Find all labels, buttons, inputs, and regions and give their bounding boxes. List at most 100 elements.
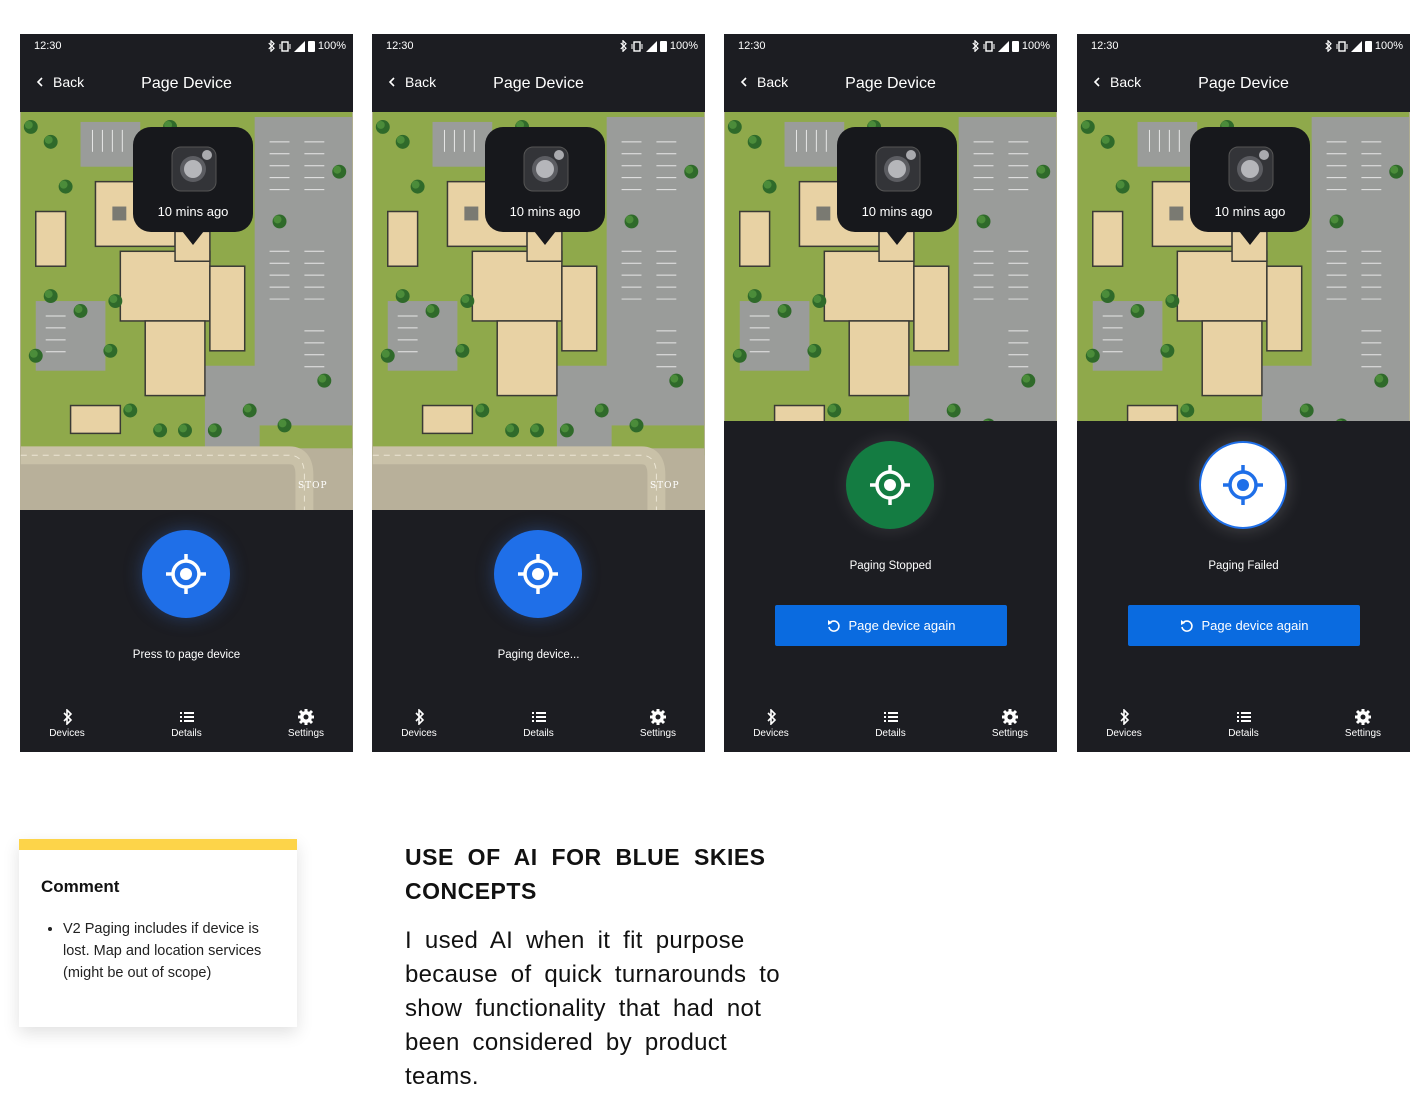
- battery-icon: [1011, 41, 1019, 52]
- bottom-nav: Devices Details Settings: [372, 696, 705, 752]
- battery-percent: 100%: [317, 40, 346, 52]
- bluetooth-icon: [620, 40, 627, 52]
- device-icon: [523, 146, 569, 192]
- status-bar: 12:30 100%: [20, 34, 353, 58]
- page-device-button[interactable]: [1199, 441, 1287, 529]
- device-icon: [171, 146, 217, 192]
- nav-devices-label: Devices: [49, 728, 85, 739]
- page-title: Page Device: [1198, 75, 1289, 92]
- locate-icon: [868, 463, 912, 507]
- refresh-icon: [1180, 619, 1193, 632]
- comment-item: V2 Paging includes if device is lost. Ma…: [63, 918, 278, 984]
- nav-settings[interactable]: Settings: [623, 696, 693, 752]
- page-title: Page Device: [493, 75, 584, 92]
- page-device-button[interactable]: [142, 530, 230, 618]
- nav-devices-label: Devices: [753, 728, 789, 739]
- list-icon: [179, 712, 194, 722]
- vibrate-icon: [279, 40, 291, 52]
- vibrate-icon: [1336, 40, 1348, 52]
- nav-devices[interactable]: Devices: [32, 696, 102, 752]
- list-icon: [1236, 712, 1251, 722]
- signal-icon: [645, 40, 657, 52]
- nav-details[interactable]: Details: [1209, 696, 1279, 752]
- nav-details[interactable]: Details: [856, 696, 926, 752]
- nav-devices[interactable]: Devices: [384, 696, 454, 752]
- bottom-nav: Devices Details Settings: [1077, 696, 1410, 752]
- comment-card: Comment V2 Paging includes if device is …: [19, 839, 297, 1027]
- nav-details[interactable]: Details: [504, 696, 574, 752]
- list-icon: [883, 712, 898, 722]
- status-time: 12:30: [34, 40, 62, 52]
- status-time: 12:30: [1091, 40, 1119, 52]
- nav-settings[interactable]: Settings: [1328, 696, 1398, 752]
- bluetooth-icon: [268, 40, 275, 52]
- signal-icon: [1350, 40, 1362, 52]
- bluetooth-icon: [1325, 40, 1332, 52]
- status-time: 12:30: [738, 40, 766, 52]
- battery-icon: [307, 41, 315, 52]
- paging-status: Press to page device: [132, 649, 241, 661]
- bluetooth-icon: [415, 709, 424, 725]
- page-again-label: Page device again: [1201, 618, 1309, 633]
- locate-icon: [516, 552, 560, 596]
- page-again-button[interactable]: Page device again: [775, 605, 1007, 646]
- page-device-button[interactable]: [494, 530, 582, 618]
- nav-details-label: Details: [1228, 728, 1259, 739]
- status-time: 12:30: [386, 40, 414, 52]
- nav-devices[interactable]: Devices: [736, 696, 806, 752]
- last-seen-text: 10 mins ago: [861, 204, 933, 219]
- gear-icon: [1355, 709, 1371, 725]
- device-popup[interactable]: 10 mins ago: [1190, 127, 1310, 245]
- nav-details-label: Details: [875, 728, 906, 739]
- nav-devices-label: Devices: [401, 728, 437, 739]
- stop-sign-label: STOP: [650, 481, 680, 491]
- nav-settings[interactable]: Settings: [975, 696, 1045, 752]
- locate-icon: [164, 552, 208, 596]
- last-seen-text: 10 mins ago: [157, 204, 229, 219]
- bluetooth-icon: [972, 40, 979, 52]
- phone-screen-stopped: 12:30 100% Back Page Device 10 mins ago …: [724, 34, 1057, 752]
- device-popup[interactable]: 10 mins ago: [837, 127, 957, 245]
- nav-details[interactable]: Details: [152, 696, 222, 752]
- paging-status: Paging Failed: [1208, 560, 1279, 572]
- locate-icon: [1221, 463, 1265, 507]
- signal-icon: [997, 40, 1009, 52]
- nav-devices-label: Devices: [1106, 728, 1142, 739]
- device-popup[interactable]: 10 mins ago: [133, 127, 253, 245]
- bluetooth-icon: [63, 709, 72, 725]
- page-again-button[interactable]: Page device again: [1128, 605, 1360, 646]
- device-icon: [875, 146, 921, 192]
- comment-list: V2 Paging includes if device is lost. Ma…: [63, 918, 278, 984]
- page-device-button[interactable]: [846, 441, 934, 529]
- refresh-icon: [827, 619, 840, 632]
- page-title: Page Device: [141, 75, 232, 92]
- bottom-nav: Devices Details Settings: [724, 696, 1057, 752]
- device-icon: [1228, 146, 1274, 192]
- phone-screen-press: 12:30 100% Back Page Device STOP 10 mins…: [20, 34, 353, 752]
- battery-icon: [659, 41, 667, 52]
- nav-settings-label: Settings: [991, 728, 1029, 739]
- gear-icon: [650, 709, 666, 725]
- phone-screen-paging: 12:30 100% Back Page Device STOP 10 mins…: [372, 34, 705, 752]
- gear-icon: [298, 709, 314, 725]
- paging-status: Paging device...: [497, 649, 580, 661]
- bluetooth-icon: [767, 709, 776, 725]
- nav-settings-label: Settings: [287, 728, 325, 739]
- device-popup[interactable]: 10 mins ago: [485, 127, 605, 245]
- signal-icon: [293, 40, 305, 52]
- nav-settings-label: Settings: [1344, 728, 1382, 739]
- nav-devices[interactable]: Devices: [1089, 696, 1159, 752]
- section-heading: USE OF AI FOR BLUE SKIES CONCEPTS: [405, 844, 766, 904]
- gear-icon: [1002, 709, 1018, 725]
- vibrate-icon: [983, 40, 995, 52]
- vibrate-icon: [631, 40, 643, 52]
- battery-percent: 100%: [1021, 40, 1050, 52]
- nav-settings[interactable]: Settings: [271, 696, 341, 752]
- status-bar: 12:30 100%: [1077, 34, 1410, 58]
- paging-status: Paging Stopped: [849, 560, 932, 572]
- bottom-nav: Devices Details Settings: [20, 696, 353, 752]
- nav-details-label: Details: [523, 728, 554, 739]
- list-icon: [531, 712, 546, 722]
- page-title: Page Device: [845, 75, 936, 92]
- comment-accent-bar: [19, 839, 297, 850]
